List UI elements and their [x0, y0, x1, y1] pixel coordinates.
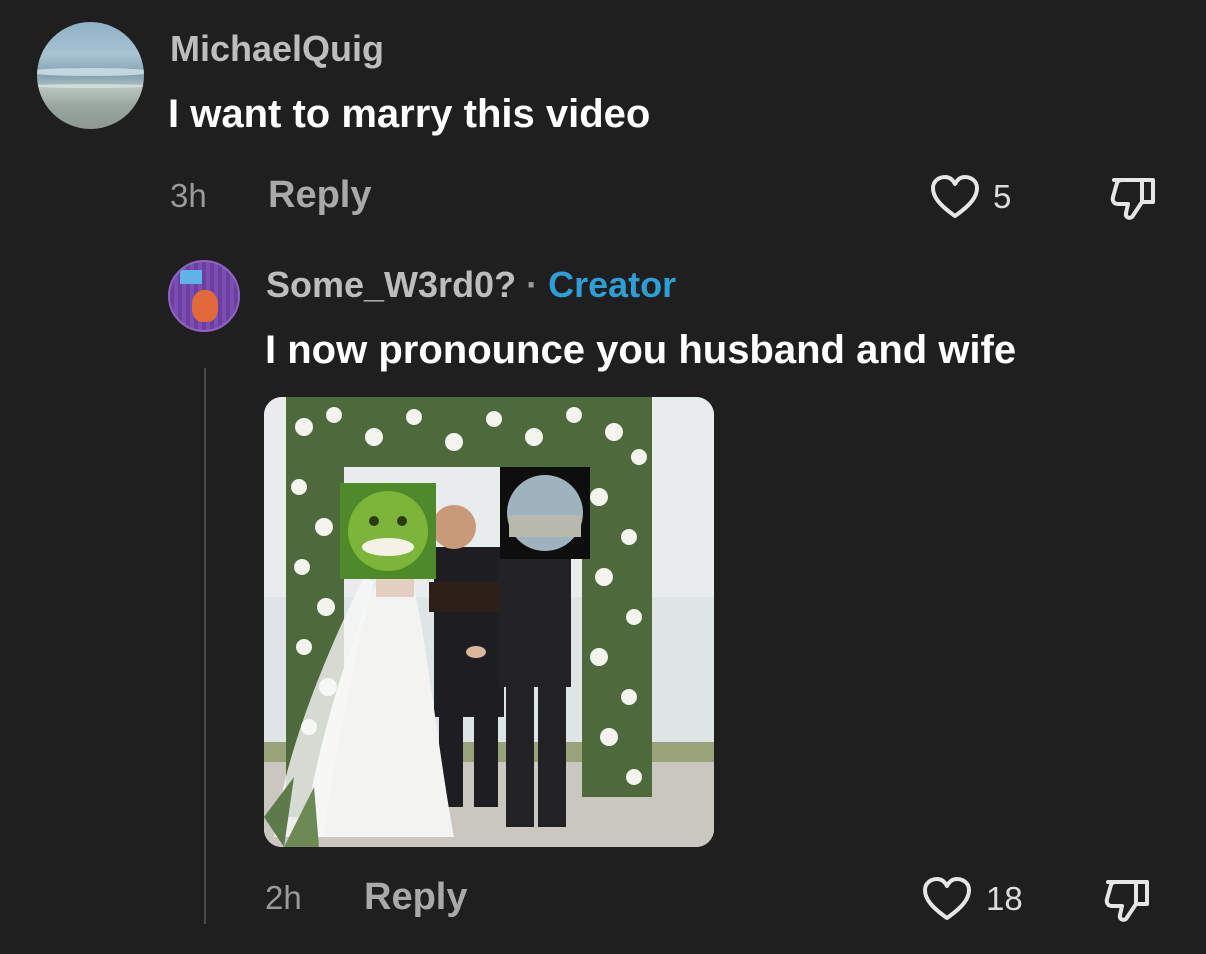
- username-separator: ·: [526, 264, 539, 305]
- comment-reply-button[interactable]: Reply: [268, 174, 371, 217]
- reply-thread-line: [204, 368, 206, 924]
- creator-avatar[interactable]: [168, 260, 240, 332]
- thumbs-down-icon[interactable]: [1102, 874, 1154, 924]
- comment-username[interactable]: MichaelQuig: [170, 28, 384, 70]
- commenter-avatar[interactable]: [37, 22, 144, 129]
- reply-reply-button[interactable]: Reply: [364, 876, 467, 919]
- reply-like-count: 18: [986, 880, 1023, 917]
- comment-timestamp: 3h: [170, 177, 207, 214]
- heart-outline-icon[interactable]: [930, 174, 980, 220]
- creator-badge: Creator: [548, 264, 677, 305]
- comment-text: I want to marry this video: [168, 92, 651, 136]
- heart-outline-icon[interactable]: [922, 876, 972, 922]
- reply-text: I now pronounce you husband and wife: [265, 328, 1017, 372]
- reply-timestamp: 2h: [265, 879, 302, 916]
- comment-thread: MichaelQuig I want to marry this video 3…: [0, 0, 1206, 954]
- reply-username-row: Some_W3rd0? · Creator: [266, 264, 676, 306]
- wedding-photo-image[interactable]: [264, 397, 714, 847]
- comment-like-count: 5: [993, 178, 1012, 215]
- thumbs-down-icon[interactable]: [1108, 172, 1160, 222]
- reply-username[interactable]: Some_W3rd0?: [266, 264, 516, 305]
